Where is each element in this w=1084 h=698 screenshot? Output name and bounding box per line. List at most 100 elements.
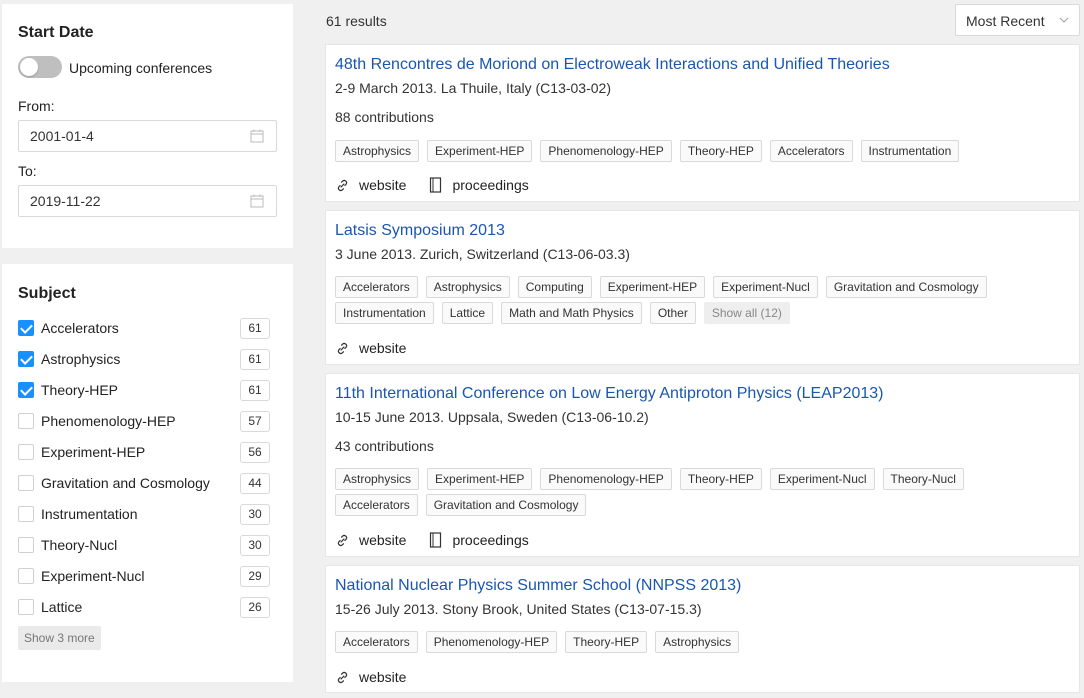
subject-item-experiment-hep[interactable]: Experiment-HEP 56 xyxy=(18,441,270,463)
tag-row: Instrumentation Lattice Math and Math Ph… xyxy=(335,302,790,324)
website-link[interactable]: website xyxy=(335,340,406,356)
tag[interactable]: Instrumentation xyxy=(335,302,434,324)
tag[interactable]: Instrumentation xyxy=(860,140,960,162)
tag-row: Accelerators Phenomenology-HEP Theory-HE… xyxy=(335,631,740,653)
tag[interactable]: Astrophysics xyxy=(335,140,420,162)
tag[interactable]: Gravitation and Cosmology xyxy=(825,276,987,298)
website-label: website xyxy=(359,340,407,356)
result-title-link[interactable]: National Nuclear Physics Summer School (… xyxy=(335,577,741,595)
tag[interactable]: Theory-HEP xyxy=(565,631,648,653)
tag[interactable]: Astrophysics xyxy=(655,631,740,653)
subject-label: Accelerators xyxy=(41,320,119,336)
subject-item-phenomenology-hep[interactable]: Phenomenology-HEP 57 xyxy=(18,410,270,432)
checkbox[interactable] xyxy=(18,320,34,336)
website-link[interactable]: website xyxy=(335,532,406,548)
tag[interactable]: Accelerators xyxy=(335,276,418,298)
tag[interactable]: Computing xyxy=(517,276,592,298)
proceedings-label: proceedings xyxy=(452,532,529,548)
checkbox[interactable] xyxy=(18,475,34,491)
result-subtitle: 10-15 June 2013. Uppsala, Sweden (C13-06… xyxy=(335,409,649,425)
subject-label: Experiment-Nucl xyxy=(41,568,145,584)
checkbox[interactable] xyxy=(18,599,34,615)
from-date-input[interactable] xyxy=(30,128,230,144)
to-date-input[interactable] xyxy=(30,193,230,209)
count-badge: 29 xyxy=(240,566,270,587)
result-card: Latsis Symposium 2013 3 June 2013. Zuric… xyxy=(325,210,1080,365)
checkbox[interactable] xyxy=(18,537,34,553)
website-label: website xyxy=(359,669,407,685)
result-title-link[interactable]: Latsis Symposium 2013 xyxy=(335,222,505,240)
calendar-icon xyxy=(250,194,264,208)
tag[interactable]: Experiment-HEP xyxy=(427,468,533,490)
to-date-field[interactable] xyxy=(18,185,277,217)
results-count: 61 results xyxy=(326,13,387,29)
link-row: website xyxy=(335,338,428,358)
tag[interactable]: Experiment-HEP xyxy=(599,276,706,298)
tag[interactable]: Theory-HEP xyxy=(679,140,762,162)
tag-row: Astrophysics Experiment-HEP Phenomenolog… xyxy=(335,140,960,162)
upcoming-toggle[interactable] xyxy=(18,56,62,78)
tag[interactable]: Phenomenology-HEP xyxy=(540,140,672,162)
subject-label: Lattice xyxy=(41,599,83,615)
checkbox[interactable] xyxy=(18,351,34,367)
subject-item-theory-nucl[interactable]: Theory-Nucl 30 xyxy=(18,534,270,556)
tag[interactable]: Phenomenology-HEP xyxy=(425,631,558,653)
subject-label: Astrophysics xyxy=(41,351,121,367)
subject-item-theory-hep[interactable]: Theory-HEP 61 xyxy=(18,379,270,401)
tag-row: Accelerators Astrophysics Computing Expe… xyxy=(335,276,987,298)
tag[interactable]: Accelerators xyxy=(335,631,418,653)
subject-item-experiment-nucl[interactable]: Experiment-Nucl 29 xyxy=(18,565,270,587)
link-icon xyxy=(337,342,348,354)
tag[interactable]: Phenomenology-HEP xyxy=(540,468,672,490)
subject-item-lattice[interactable]: Lattice 26 xyxy=(18,596,270,618)
checkbox[interactable] xyxy=(18,506,34,522)
tag[interactable]: Experiment-Nucl xyxy=(713,276,818,298)
tag[interactable]: Astrophysics xyxy=(335,468,420,490)
tag[interactable]: Astrophysics xyxy=(425,276,510,298)
count-badge: 26 xyxy=(240,597,270,618)
link-icon xyxy=(337,179,348,191)
show-more-button[interactable]: Show 3 more xyxy=(18,626,101,650)
tag[interactable]: Accelerators xyxy=(335,494,418,516)
checkbox[interactable] xyxy=(18,413,34,429)
contributions-link[interactable]: 88 contributions xyxy=(335,109,434,125)
tag[interactable]: Experiment-Nucl xyxy=(769,468,875,490)
checkbox[interactable] xyxy=(18,382,34,398)
tag[interactable]: Accelerators xyxy=(769,140,853,162)
sort-select[interactable]: Most Recent xyxy=(955,4,1080,36)
website-label: website xyxy=(359,532,407,548)
subject-item-gravitation-cosmology[interactable]: Gravitation and Cosmology 44 xyxy=(18,472,270,494)
subject-item-instrumentation[interactable]: Instrumentation 30 xyxy=(18,503,270,525)
proceedings-link[interactable]: proceedings xyxy=(428,177,529,193)
checkbox[interactable] xyxy=(18,444,34,460)
checkbox[interactable] xyxy=(18,568,34,584)
subject-panel: Subject Accelerators 61 Astrophysics 61 … xyxy=(2,264,293,682)
subject-label: Experiment-HEP xyxy=(41,444,146,460)
tag[interactable]: Experiment-HEP xyxy=(427,140,533,162)
website-link[interactable]: website xyxy=(335,177,406,193)
tag[interactable]: Gravitation and Cosmology xyxy=(425,494,587,516)
sort-value: Most Recent xyxy=(966,13,1045,29)
count-badge: 44 xyxy=(240,473,270,494)
start-date-title: Start Date xyxy=(18,24,94,41)
tag[interactable]: Other xyxy=(649,302,696,324)
count-badge: 61 xyxy=(240,380,270,401)
result-title-link[interactable]: 11th International Conference on Low Ene… xyxy=(335,385,883,403)
count-badge: 61 xyxy=(240,318,270,339)
subject-item-astrophysics[interactable]: Astrophysics 61 xyxy=(18,348,270,370)
chevron-down-icon xyxy=(1059,17,1069,23)
contributions-link[interactable]: 43 contributions xyxy=(335,438,434,454)
subject-item-accelerators[interactable]: Accelerators 61 xyxy=(18,317,270,339)
tag[interactable]: Theory-Nucl xyxy=(882,468,964,490)
show-all-tags-button[interactable]: Show all (12) xyxy=(703,302,790,324)
tag[interactable]: Math and Math Physics xyxy=(501,302,642,324)
tag[interactable]: Theory-HEP xyxy=(679,468,762,490)
tag[interactable]: Lattice xyxy=(441,302,494,324)
proceedings-label: proceedings xyxy=(452,177,529,193)
from-date-field[interactable] xyxy=(18,120,277,152)
count-badge: 56 xyxy=(240,442,270,463)
result-title-link[interactable]: 48th Rencontres de Moriond on Electrowea… xyxy=(335,56,890,74)
proceedings-link[interactable]: proceedings xyxy=(428,532,529,548)
website-link[interactable]: website xyxy=(335,669,406,685)
book-icon xyxy=(430,532,442,548)
